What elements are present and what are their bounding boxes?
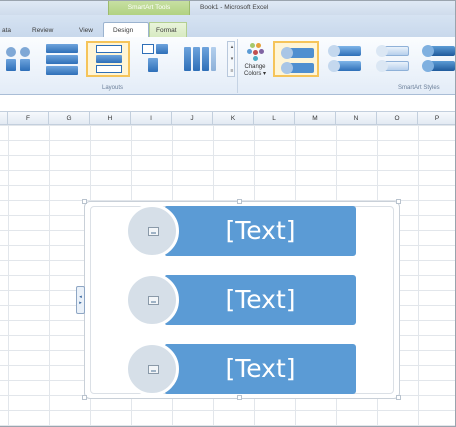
tab-view[interactable]: View — [79, 27, 93, 34]
layout-option-picture-accent-list-selected[interactable] — [86, 41, 130, 77]
resize-handle[interactable] — [82, 199, 87, 204]
tab-format-label[interactable]: Format — [156, 27, 177, 34]
resize-handle[interactable] — [237, 199, 242, 204]
picture-icon[interactable] — [148, 296, 159, 305]
resize-handle[interactable] — [82, 395, 87, 400]
picture-placeholder[interactable] — [125, 273, 179, 327]
resize-handle[interactable] — [396, 199, 401, 204]
text-placeholder[interactable]: [Text] — [165, 343, 356, 395]
layout-option-picture-circles[interactable] — [0, 41, 36, 77]
color-dot-icon — [247, 49, 252, 54]
column-header-g[interactable]: G — [49, 112, 90, 126]
ribbon-tabs — [0, 15, 455, 37]
layout-option-hierarchy[interactable] — [138, 41, 174, 77]
layouts-gallery-scroll[interactable]: ▴ ▾ ≡ — [227, 41, 235, 77]
smartart-item-1[interactable]: [Text] — [125, 204, 358, 258]
text-placeholder[interactable]: [Text] — [165, 205, 356, 257]
expand-arrow-icon: ▸ — [79, 300, 82, 306]
group-divider — [237, 39, 238, 93]
color-dot-icon — [250, 43, 255, 48]
layout-option-stacked-list[interactable] — [44, 41, 80, 77]
resize-handle[interactable] — [396, 395, 401, 400]
column-header-i[interactable]: I — [131, 112, 172, 126]
column-header-h[interactable]: H — [90, 112, 131, 126]
layouts-group-label: Layouts — [102, 85, 124, 91]
column-header-l[interactable]: L — [254, 112, 295, 126]
column-header-p[interactable]: P — [418, 112, 455, 126]
picture-placeholder[interactable] — [125, 204, 179, 258]
column-headers: F G H I J K L M N O P — [0, 111, 455, 126]
tab-review[interactable]: Review — [32, 27, 53, 34]
change-colors-label: Change Colors ▾ — [243, 64, 267, 77]
smartart-style-option[interactable] — [322, 41, 368, 77]
change-colors-button[interactable]: Change Colors ▾ — [240, 41, 270, 85]
column-header-o[interactable]: O — [377, 112, 418, 126]
color-dot-icon — [259, 49, 264, 54]
formula-area — [0, 95, 455, 111]
tab-design-label[interactable]: Design — [113, 27, 133, 34]
smartart-item-3[interactable]: [Text] — [125, 342, 358, 396]
layout-option-vertical-bars[interactable] — [182, 41, 218, 77]
column-header-n[interactable]: N — [336, 112, 377, 126]
more-icon[interactable]: ≡ — [228, 68, 236, 74]
color-dot-icon — [253, 56, 258, 61]
picture-placeholder[interactable] — [125, 342, 179, 396]
smartart-style-selected[interactable] — [273, 41, 319, 77]
column-header-m[interactable]: M — [295, 112, 336, 126]
excel-window: SmartArt Tools Book1 - Microsoft Excel a… — [0, 0, 456, 427]
resize-handle[interactable] — [237, 395, 242, 400]
smartart-style-option[interactable] — [370, 41, 416, 77]
picture-icon[interactable] — [148, 227, 159, 236]
column-header-j[interactable]: J — [172, 112, 213, 126]
scroll-up-icon[interactable]: ▴ — [228, 44, 236, 50]
smartart-style-option[interactable] — [416, 41, 455, 77]
color-dot-icon — [253, 50, 258, 55]
column-header-partial[interactable] — [0, 112, 8, 126]
smartart-item-2[interactable]: [Text] — [125, 273, 358, 327]
smartart-tools-label: SmartArt Tools — [127, 4, 171, 11]
text-pane-toggle[interactable]: ◂ ▸ — [76, 286, 85, 314]
picture-icon[interactable] — [148, 365, 159, 374]
column-header-f[interactable]: F — [8, 112, 49, 126]
smartart-styles-group-label: SmartArt Styles — [398, 85, 440, 91]
window-title: Book1 - Microsoft Excel — [200, 4, 269, 11]
tab-data[interactable]: ata — [2, 27, 11, 34]
text-placeholder[interactable]: [Text] — [165, 274, 356, 326]
scroll-down-icon[interactable]: ▾ — [228, 56, 236, 62]
color-dot-icon — [256, 43, 261, 48]
column-header-k[interactable]: K — [213, 112, 254, 126]
